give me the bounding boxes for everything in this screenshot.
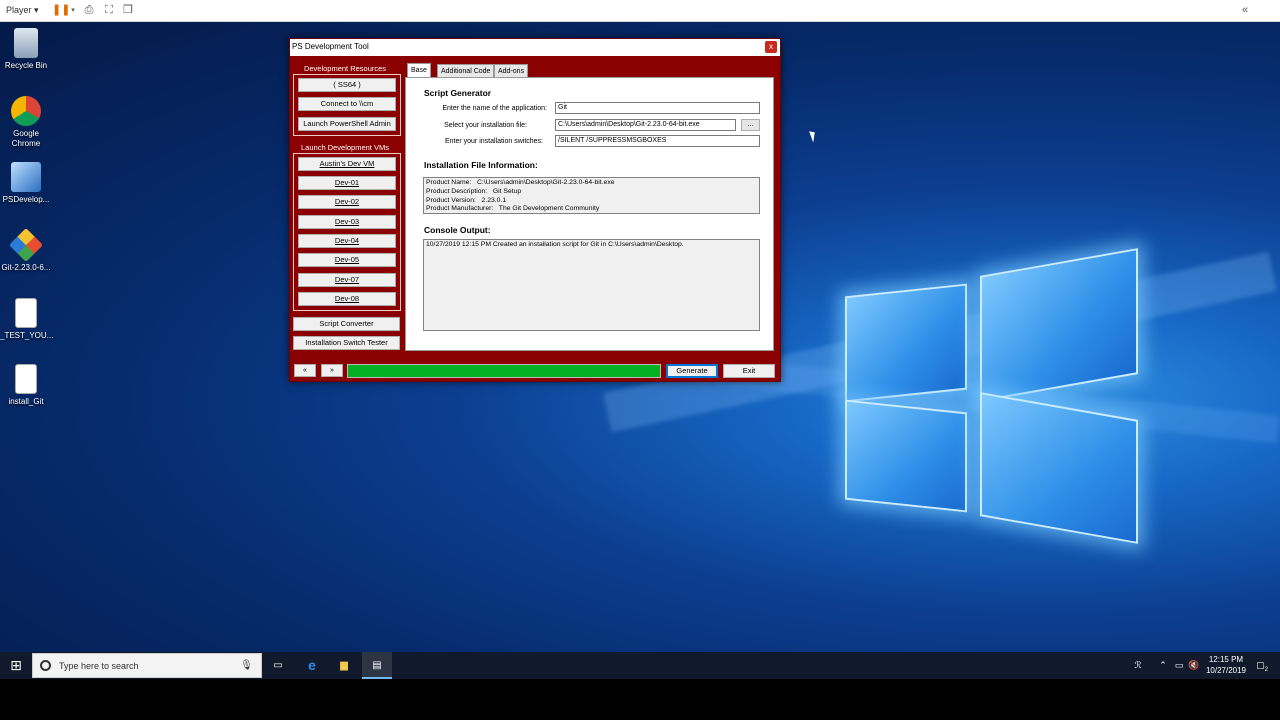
people-icon[interactable]: ℛ — [1131, 652, 1145, 679]
clock-date: 10/27/2019 — [1205, 666, 1246, 675]
generate-button[interactable]: Generate — [666, 364, 718, 378]
ps-tool-taskbar-icon[interactable]: ▤ — [362, 652, 392, 679]
installation-file-label: Select your installation file: — [444, 122, 527, 129]
console-output-textbox[interactable]: 10/27/2019 12:15 PM Created an installat… — [423, 239, 760, 331]
taskbar-search-box[interactable]: Type here to search 🎙 — [32, 653, 262, 678]
tab-base[interactable]: Base — [407, 63, 431, 77]
file-info-textbox[interactable]: Product Name: C:\Users\admin\Desktop\Git… — [423, 177, 760, 214]
window-title: PS Development Tool — [292, 42, 369, 51]
vm-dev-01-button[interactable]: Dev-01 — [298, 176, 396, 190]
desktop-icon-recycle-bin[interactable]: Recycle Bin — [0, 28, 52, 71]
dev-vms-title: Launch Development VMs — [301, 143, 389, 152]
windows-logo-pane — [980, 248, 1138, 402]
installation-switches-label: Enter your installation switches: — [444, 138, 543, 145]
desktop-icon-psdevelop[interactable]: PSDevelop... — [0, 162, 52, 205]
volume-muted-icon[interactable]: 🔇 — [1187, 652, 1201, 679]
desktop-icon-chrome[interactable]: Google Chrome — [0, 96, 52, 149]
task-view-icon[interactable]: ▭ — [264, 652, 292, 679]
browse-button[interactable]: ... — [741, 119, 760, 131]
script-converter-button[interactable]: Script Converter — [293, 317, 400, 331]
notification-center-icon[interactable]: ▢2 — [1252, 652, 1272, 679]
tab-additional-code[interactable]: Additional Code — [437, 64, 495, 77]
network-icon[interactable]: ▭ — [1172, 652, 1186, 679]
vm-player-toolbar: Player ▾ ❚❚ ▾ ⎙ ⛶ ❐ « — [0, 0, 1280, 22]
script-file-icon — [15, 298, 37, 328]
file-info-heading: Installation File Information: — [424, 160, 538, 170]
vm-dev-08-button[interactable]: Dev-08 — [298, 292, 396, 306]
close-button[interactable]: x — [765, 41, 777, 53]
app-name-input[interactable]: Git — [555, 102, 760, 114]
windows-logo-pane — [980, 392, 1138, 544]
git-installer-icon — [9, 228, 43, 262]
collapse-toolbar-icon[interactable]: « — [1238, 4, 1252, 17]
clock-time: 12:15 PM — [1208, 655, 1244, 664]
ss64-button[interactable]: ( SS64 ) — [298, 78, 396, 92]
letterbox-bar — [0, 679, 1280, 720]
progress-bar — [347, 364, 661, 378]
taskbar: ⊞ Type here to search 🎙 ▭ e ▆ ▤ ℛ ⌃ ▭ 🔇 … — [0, 652, 1280, 679]
installation-switch-tester-button[interactable]: Installation Switch Tester — [293, 336, 400, 350]
app-name-label: Enter the name of the application: — [442, 105, 547, 112]
cortana-icon — [40, 660, 51, 671]
recycle-bin-icon — [14, 28, 38, 58]
desktop-icon-git-installer[interactable]: Git-2.23.0-6... — [0, 228, 52, 273]
edge-icon[interactable]: e — [298, 652, 326, 679]
connect-cm-button[interactable]: Connect to \\cm — [298, 97, 396, 111]
ps-development-tool-window: PS Development Tool x Development Resour… — [289, 38, 781, 382]
chrome-icon — [11, 96, 41, 126]
tab-add-ons[interactable]: Add-ons — [494, 64, 529, 77]
next-button[interactable]: » — [321, 364, 343, 377]
desktop-icon-test-script[interactable]: _TEST_YOU... — [0, 298, 53, 341]
vm-dev-03-button[interactable]: Dev-03 — [298, 215, 396, 229]
installation-switches-input[interactable]: /SILENT /SUPPRESSMSGBOXES — [555, 135, 760, 147]
installation-file-input[interactable]: C:\Users\admin\Desktop\Git-2.23.0-64-bit… — [555, 119, 736, 131]
window-titlebar[interactable]: PS Development Tool x — [290, 39, 780, 56]
exit-button[interactable]: Exit — [723, 364, 775, 378]
vm-dev-04-button[interactable]: Dev-04 — [298, 234, 396, 248]
console-output-heading: Console Output: — [424, 225, 491, 235]
chevron-up-icon[interactable]: ⌃ — [1156, 652, 1170, 679]
windows-logo-pane — [845, 399, 967, 513]
mouse-cursor — [809, 129, 818, 143]
unity-icon[interactable]: ❐ — [121, 4, 135, 17]
pause-icon[interactable]: ❚❚ — [52, 4, 70, 17]
tray-clock[interactable]: 12:15 PM 10/27/2019 — [1206, 654, 1246, 676]
progress-bar-fill — [348, 365, 660, 377]
start-button[interactable]: ⊞ — [0, 652, 32, 679]
vm-dev-05-button[interactable]: Dev-05 — [298, 253, 396, 267]
base-tab-panel: Script Generator Enter the name of the a… — [405, 77, 774, 351]
script-generator-heading: Script Generator — [424, 88, 492, 98]
vm-austins-dev-button[interactable]: Austin's Dev VM — [298, 157, 396, 171]
desktop-icon-install-git[interactable]: install_Git — [0, 364, 52, 407]
launch-powershell-admin-button[interactable]: Launch PowerShell Admin — [298, 117, 396, 131]
player-menu[interactable]: Player ▾ — [6, 5, 39, 16]
vm-dev-07-button[interactable]: Dev-07 — [298, 273, 396, 287]
notification-count: 2 — [1264, 666, 1268, 673]
file-explorer-icon[interactable]: ▆ — [330, 652, 358, 679]
vm-dev-02-button[interactable]: Dev-02 — [298, 195, 396, 209]
windows-logo-pane — [845, 283, 967, 403]
dev-resources-title: Development Resources — [303, 64, 387, 73]
fit-window-icon[interactable]: ⛶ — [102, 4, 116, 17]
send-keys-icon[interactable]: ⎙ — [82, 4, 96, 17]
ps-tool-icon — [11, 162, 41, 192]
script-file-icon — [15, 364, 37, 394]
microphone-icon[interactable]: 🎙 — [240, 660, 253, 671]
search-placeholder: Type here to search — [59, 661, 139, 671]
prev-button[interactable]: « — [294, 364, 316, 377]
chevron-down-icon[interactable]: ▾ — [66, 4, 80, 17]
